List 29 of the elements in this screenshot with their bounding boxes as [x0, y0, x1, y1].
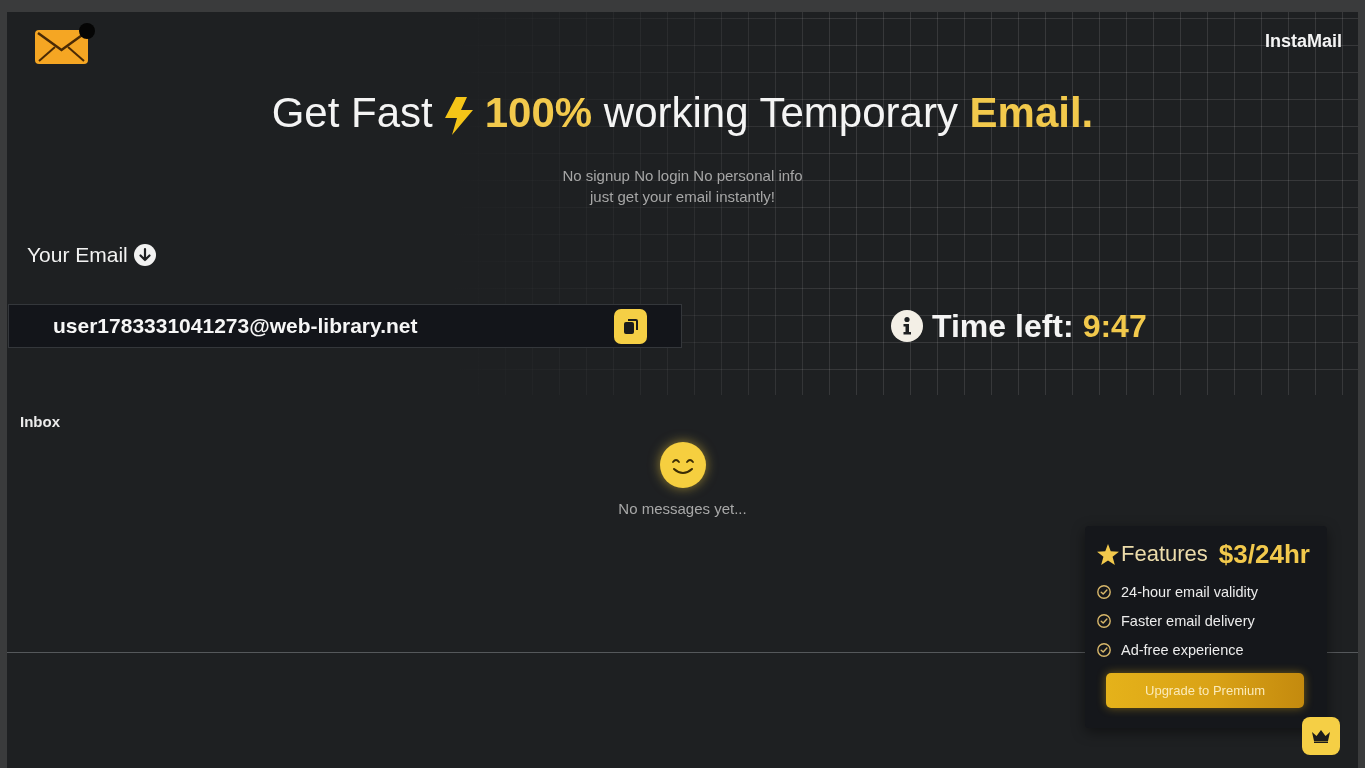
check-circle-icon [1097, 614, 1111, 628]
info-icon [891, 310, 923, 342]
subtitle: No signup No login No personal info just get your email instantly! [562, 166, 803, 207]
envelope-icon [35, 23, 95, 64]
email-address: user1783331041273@web-library.net [53, 313, 418, 339]
feature-item: Ad-free experience [1121, 641, 1244, 660]
empty-inbox-message: No messages yet... [618, 500, 747, 518]
timer-value: 9:47 [1082, 307, 1147, 346]
check-circle-icon [1097, 643, 1111, 657]
headline-text: 100% working Temporary Email. [484, 88, 1094, 138]
crown-button[interactable] [1302, 717, 1340, 755]
inbox-title: Inbox [20, 412, 60, 432]
feature-item: 24-hour email validity [1121, 583, 1258, 602]
email-label: Your Email [27, 242, 128, 268]
copy-button[interactable] [614, 308, 647, 344]
lightning-bolt-icon [443, 97, 474, 135]
brand-name: InstaMail [1264, 31, 1342, 51]
star-icon [1097, 543, 1119, 565]
feature-item: Faster email delivery [1121, 612, 1255, 631]
smiley-icon [659, 442, 706, 488]
copy-icon [623, 318, 638, 334]
check-circle-icon [1097, 585, 1111, 599]
price-label: $3/24hr [1218, 538, 1310, 570]
crown-icon [1312, 729, 1330, 743]
headline-lead: Get Fast [271, 88, 433, 138]
email-field[interactable]: user1783331041273@web-library.net [8, 304, 682, 348]
features-title: Features [1121, 540, 1208, 568]
timer-label: Time left: [932, 307, 1074, 346]
arrow-down-circle-icon [133, 244, 156, 266]
